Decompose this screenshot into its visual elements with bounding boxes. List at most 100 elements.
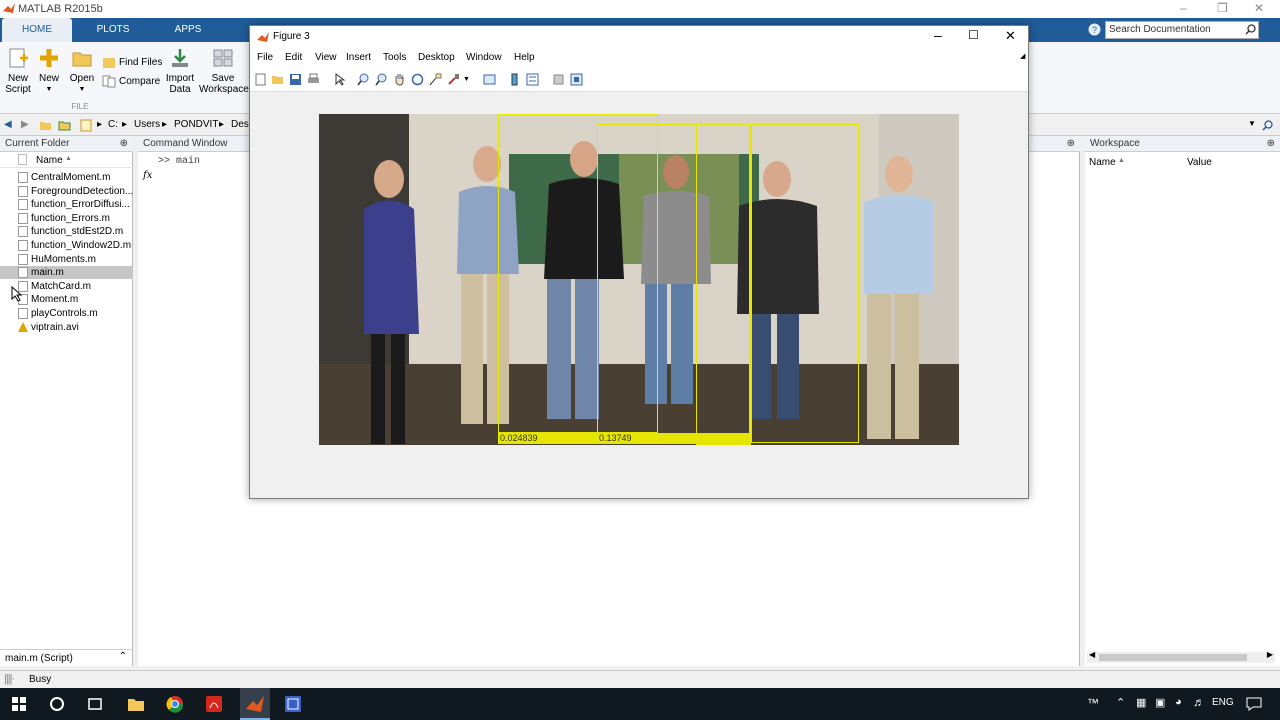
taskbar-matlab-active[interactable] xyxy=(240,688,270,720)
file-list-item[interactable]: function_Errors.m xyxy=(18,212,110,225)
search-icon[interactable] xyxy=(1245,24,1256,35)
workspace-scrollbar[interactable]: ◀ ▶ xyxy=(1087,650,1275,663)
file-list-item[interactable]: CentralMoment.m xyxy=(18,171,110,184)
open-file-icon[interactable] xyxy=(271,73,284,86)
zoom-out-icon[interactable] xyxy=(375,73,388,86)
path-crumb-users[interactable]: Users xyxy=(134,119,160,130)
close-icon[interactable]: ✕ xyxy=(1254,1,1264,15)
save-workspace-button[interactable]: Save Workspace xyxy=(199,48,249,95)
path-crumb-user[interactable]: PONDVIT xyxy=(174,119,218,130)
zoom-in-icon[interactable] xyxy=(357,73,370,86)
figure-window: Figure 3 – ☐ ✕ File Edit View Insert Too… xyxy=(249,25,1029,499)
browse-folder-icon[interactable] xyxy=(58,119,71,131)
print-icon[interactable] xyxy=(307,73,320,86)
menu-tools[interactable]: Tools xyxy=(383,52,406,63)
column-header-name[interactable]: Name ▲ xyxy=(0,153,133,168)
menu-help[interactable]: Help xyxy=(514,52,535,63)
windows-start-icon[interactable] xyxy=(9,694,29,714)
details-collapse-icon[interactable]: ⌃ xyxy=(119,651,127,662)
show-plot-tools-icon[interactable] xyxy=(570,73,583,86)
save-figure-icon[interactable] xyxy=(289,73,302,86)
menu-desktop[interactable]: Desktop xyxy=(418,52,455,63)
minimize-icon[interactable]: – xyxy=(1180,1,1187,15)
open-button[interactable]: Open ▼ xyxy=(68,48,96,95)
hide-plot-tools-icon[interactable] xyxy=(552,73,565,86)
data-cursor-icon[interactable] xyxy=(429,73,442,86)
file-list-item[interactable]: HuMoments.m xyxy=(18,253,96,266)
people-icon[interactable]: ™ xyxy=(1087,696,1099,710)
file-list-item[interactable]: MatchCard.m xyxy=(18,280,91,293)
notifications-icon[interactable] xyxy=(1246,696,1262,712)
compare-button[interactable]: Compare xyxy=(102,75,160,88)
scrollbar-thumb[interactable] xyxy=(1099,654,1247,661)
details-bar[interactable]: main.m (Script) ⌃ xyxy=(0,649,133,666)
rotate-3d-icon[interactable] xyxy=(411,73,424,86)
insert-colorbar-icon[interactable] xyxy=(508,73,521,86)
tab-home[interactable]: HOME xyxy=(2,18,72,42)
path-crumb-drive[interactable]: C: xyxy=(108,119,118,130)
figure-close-icon[interactable]: ✕ xyxy=(1005,28,1016,44)
language-indicator[interactable]: ENG xyxy=(1212,697,1234,708)
search-folder-icon[interactable] xyxy=(1262,120,1273,131)
new-script-button[interactable]: New Script xyxy=(4,48,32,95)
function-browser-icon[interactable]: fx xyxy=(143,170,152,181)
new-figure-icon[interactable] xyxy=(254,73,267,86)
scroll-left-icon[interactable]: ◀ xyxy=(1089,650,1095,659)
file-list-item[interactable]: Moment.m xyxy=(18,293,78,306)
menu-file[interactable]: File xyxy=(257,52,273,63)
forward-icon[interactable]: ▶ xyxy=(21,119,29,130)
app-window-icon[interactable] xyxy=(283,694,303,714)
brush-icon[interactable] xyxy=(447,73,460,86)
tab-apps[interactable]: APPS xyxy=(155,18,221,42)
link-plot-icon[interactable] xyxy=(483,73,496,86)
acrobat-icon[interactable] xyxy=(204,694,224,714)
network-icon[interactable]: ◕ xyxy=(1175,696,1182,708)
workspace-col-name[interactable]: Name xyxy=(1089,157,1116,168)
file-list-item[interactable]: function_Window2D.m xyxy=(18,239,131,252)
tab-plots[interactable]: PLOTS xyxy=(80,18,146,42)
task-view-icon[interactable] xyxy=(85,694,105,714)
file-list-item[interactable]: function_stdEst2D.m xyxy=(18,225,123,238)
panel-actions-icon[interactable]: ⊕ xyxy=(1267,136,1275,151)
cortana-search-icon[interactable] xyxy=(47,694,67,714)
menu-window[interactable]: Window xyxy=(466,52,502,63)
back-icon[interactable]: ◀ xyxy=(4,119,12,130)
file-list-item[interactable]: viptrain.avi xyxy=(18,321,79,334)
import-data-button[interactable]: Import Data xyxy=(164,48,196,95)
path-dropdown-icon[interactable]: ▼ xyxy=(1248,119,1256,128)
up-folder-icon[interactable] xyxy=(39,119,52,131)
chrome-icon[interactable] xyxy=(165,694,185,714)
figure-minimize-icon[interactable]: – xyxy=(934,27,942,43)
new-dropdown-icon[interactable]: ▼ xyxy=(36,84,62,95)
tray-app-icon[interactable]: ▦ xyxy=(1136,696,1146,709)
image-axes[interactable]: 0.024839 0.13749 xyxy=(319,114,959,445)
pan-hand-icon[interactable] xyxy=(393,73,406,86)
battery-icon[interactable]: ▣ xyxy=(1155,696,1165,709)
panel-actions-icon[interactable]: ⊕ xyxy=(1067,136,1075,151)
restore-icon[interactable]: ❐ xyxy=(1217,1,1228,15)
figure-maximize-icon[interactable]: ☐ xyxy=(968,28,979,42)
show-hidden-icons-icon[interactable]: ⌃ xyxy=(1116,696,1125,709)
insert-legend-icon[interactable] xyxy=(526,73,539,86)
volume-icon[interactable]: ♬ xyxy=(1193,695,1205,709)
new-button[interactable]: New ▼ xyxy=(36,48,62,95)
help-icon[interactable]: ? xyxy=(1088,23,1101,36)
panel-actions-icon[interactable]: ⊕ xyxy=(120,136,128,151)
file-list-item[interactable]: playControls.m xyxy=(18,307,98,320)
dock-arrow-icon[interactable]: ◢ xyxy=(1020,52,1025,60)
find-files-button[interactable]: Find Files xyxy=(102,56,162,69)
file-list-item[interactable]: function_ErrorDiffusi... xyxy=(18,198,130,211)
edit-plot-pointer-icon[interactable] xyxy=(333,73,346,86)
menu-edit[interactable]: Edit xyxy=(285,52,302,63)
search-documentation-input[interactable]: Search Documentation xyxy=(1105,21,1259,39)
open-dropdown-icon[interactable]: ▼ xyxy=(68,84,96,95)
brush-dropdown-icon[interactable]: ▼ xyxy=(463,76,476,89)
menu-insert[interactable]: Insert xyxy=(346,52,371,63)
scroll-right-icon[interactable]: ▶ xyxy=(1267,650,1273,659)
file-explorer-icon[interactable] xyxy=(126,694,146,714)
command-line[interactable]: >> main xyxy=(158,156,200,167)
workspace-col-value[interactable]: Value xyxy=(1187,157,1212,168)
file-list-item[interactable]: ForegroundDetection... xyxy=(18,185,133,198)
menu-view[interactable]: View xyxy=(315,52,337,63)
file-list-item[interactable]: main.m xyxy=(0,266,133,280)
